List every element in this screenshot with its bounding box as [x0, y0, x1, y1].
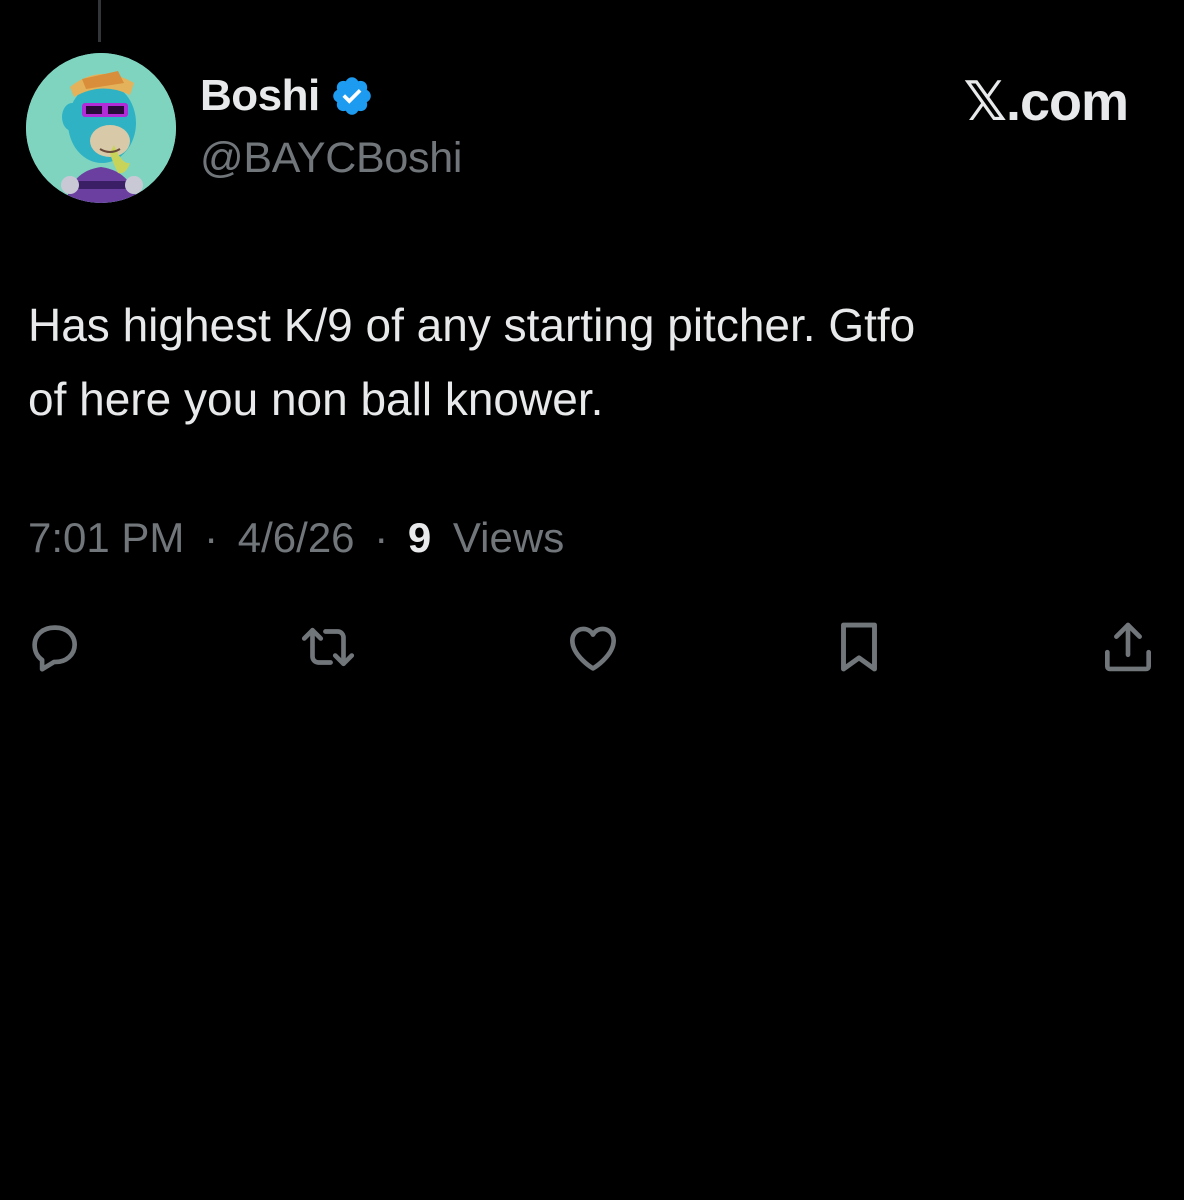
like-button[interactable]: [561, 615, 625, 679]
author-display-name[interactable]: Boshi: [200, 71, 320, 121]
bookmark-icon: [841, 622, 877, 672]
share-button[interactable]: [1096, 615, 1160, 679]
verified-badge-icon: [330, 74, 374, 118]
tweet-text-line: Has highest K/9 of any starting pitcher.…: [28, 299, 916, 351]
views-count: 9: [407, 514, 432, 561]
tweet-text: Has highest K/9 of any starting pitcher.…: [28, 288, 1158, 436]
reply-button[interactable]: [22, 615, 86, 679]
tweet-text-line: of here you non ball knower.: [28, 373, 604, 425]
author-name-row[interactable]: Boshi: [200, 70, 374, 122]
ape-avatar-icon: [26, 53, 176, 203]
share-icon: [1105, 622, 1151, 672]
heart-icon: [570, 626, 616, 671]
author-handle[interactable]: @BAYCBoshi: [200, 134, 462, 183]
reply-icon: [32, 625, 77, 672]
meta-separator: ·: [374, 514, 389, 561]
thread-connector-line: [98, 0, 101, 42]
tweet-meta: 7:01 PM · 4/6/26 · 9 Views: [28, 514, 564, 562]
retweet-icon: [301, 627, 355, 667]
views-label: Views: [452, 514, 565, 561]
bookmark-button[interactable]: [827, 615, 891, 679]
tweet-action-bar: [0, 615, 1184, 685]
tweet-date[interactable]: 4/6/26: [238, 514, 355, 561]
retweet-button[interactable]: [296, 615, 360, 679]
site-brand: 𝕏.com: [963, 72, 1129, 132]
tweet-time[interactable]: 7:01 PM: [28, 514, 184, 561]
avatar[interactable]: [26, 53, 176, 203]
meta-separator: ·: [204, 514, 219, 561]
